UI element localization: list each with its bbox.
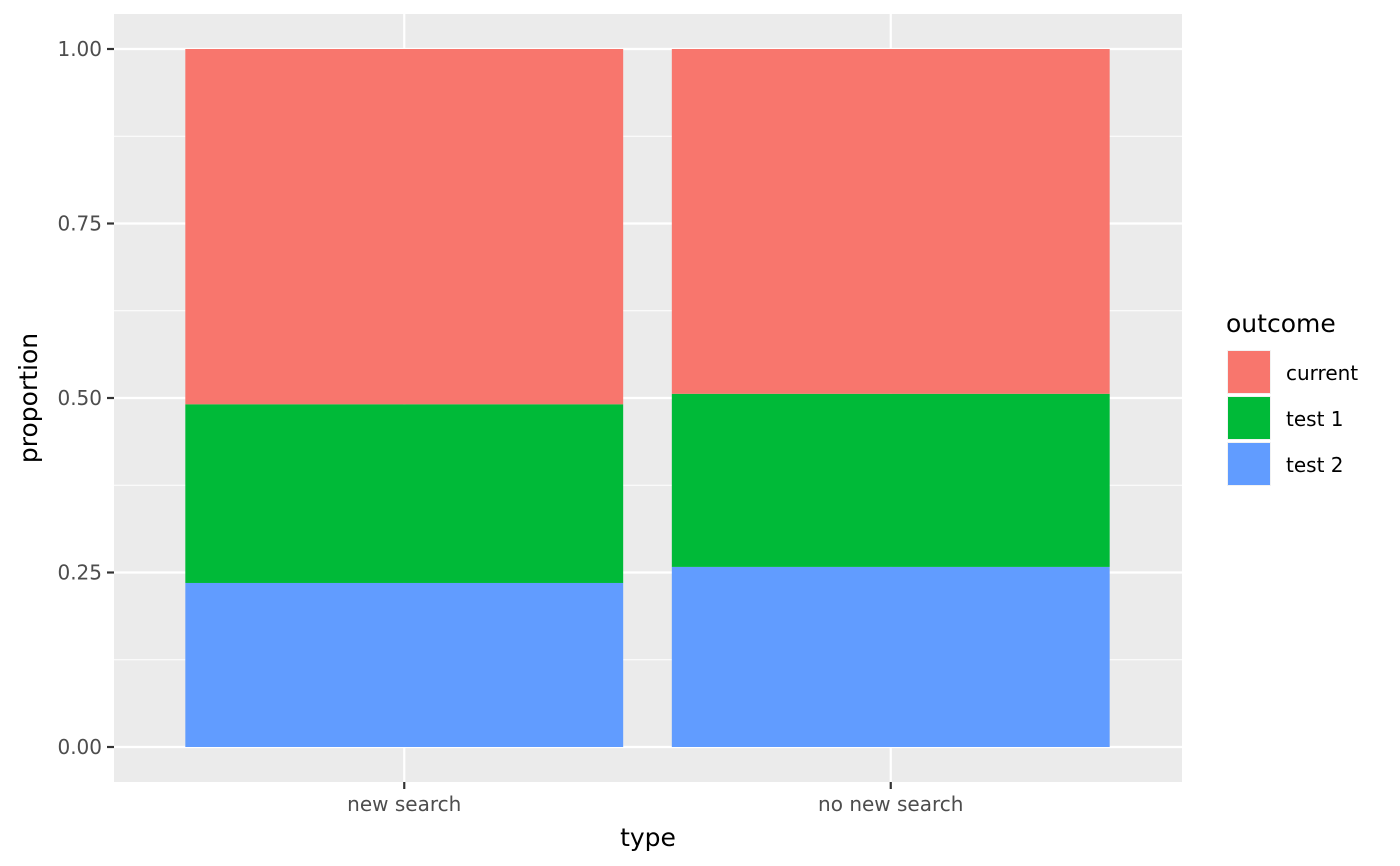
y-tick-label: 0.50 — [57, 386, 102, 410]
legend-swatch-current — [1228, 351, 1270, 393]
x-tick-label: new search — [347, 792, 461, 816]
x-axis: new search no new search — [347, 782, 963, 816]
x-axis-title: type — [620, 823, 676, 852]
y-tick-label: 0.75 — [57, 212, 102, 236]
y-tick-label: 0.25 — [57, 561, 102, 585]
chart: 0.00 0.25 0.50 0.75 1.00 new search no new se… — [14, 14, 1358, 852]
y-axis-title: proportion — [14, 333, 43, 463]
y-tick-label: 1.00 — [57, 37, 102, 61]
bar-current — [671, 49, 1110, 394]
x-tick-label: no new search — [818, 792, 963, 816]
legend-swatch-test-2 — [1228, 443, 1270, 485]
y-tick-label: 0.00 — [57, 735, 102, 759]
legend: outcome current test 1 test 2 — [1226, 309, 1358, 486]
y-axis: 0.00 0.25 0.50 0.75 1.00 — [57, 37, 114, 759]
legend-label: current — [1286, 361, 1358, 385]
bar-test-2 — [185, 582, 624, 747]
legend-label: test 2 — [1286, 453, 1344, 477]
legend-label: test 1 — [1286, 407, 1344, 431]
bar-test-1 — [185, 404, 624, 583]
bar-test-2 — [671, 566, 1110, 747]
bar-test-1 — [671, 393, 1110, 567]
bar-current — [185, 49, 624, 405]
legend-title: outcome — [1226, 309, 1336, 338]
legend-swatch-test-1 — [1228, 397, 1270, 439]
